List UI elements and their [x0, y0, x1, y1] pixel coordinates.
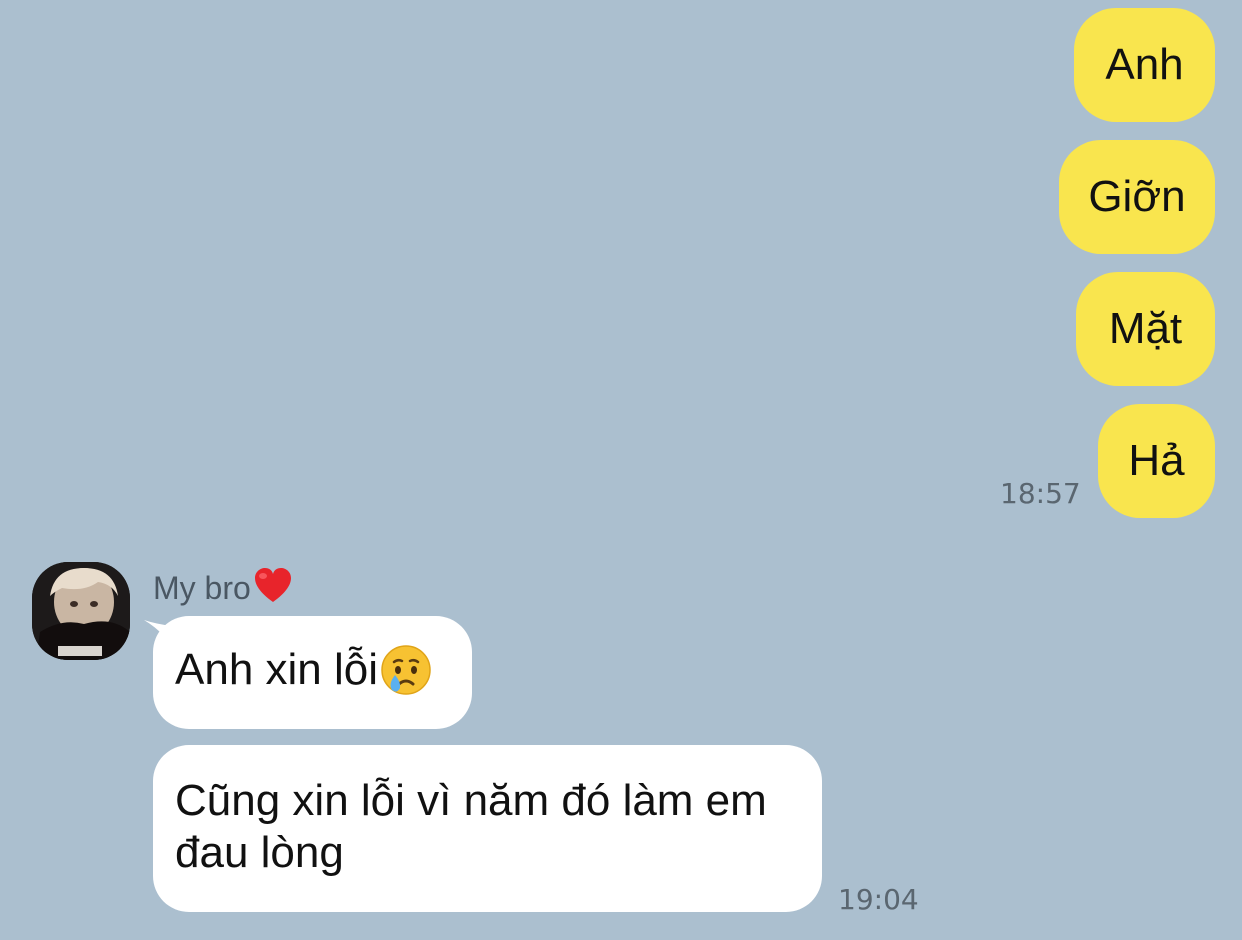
outgoing-message[interactable]: Giỡn [1059, 140, 1215, 254]
message-text: Giỡn [1088, 172, 1186, 221]
outgoing-message[interactable]: Hả [1098, 404, 1215, 518]
avatar-image [32, 562, 130, 660]
message-text: Anh xin lỗi [175, 645, 379, 694]
sender-name: My bro [153, 566, 293, 607]
message-text: Mặt [1108, 304, 1183, 353]
message-text: Anh [1105, 40, 1184, 89]
outgoing-message[interactable]: Anh [1074, 8, 1215, 122]
message-text: Hả [1128, 436, 1185, 485]
message-timestamp: 19:04 [838, 883, 919, 916]
outgoing-message[interactable]: Mặt [1076, 272, 1215, 386]
incoming-message[interactable]: Cũng xin lỗi vì năm đó làm em đau lòng [153, 745, 822, 912]
crying-face-icon [381, 645, 431, 695]
avatar[interactable] [32, 562, 130, 660]
message-text: Cũng xin lỗi vì năm đó làm em đau lòng [175, 776, 767, 877]
chat-thread: Anh Giỡn Mặt Hả 18:57 My bro Anh xin lỗi [0, 0, 1242, 940]
message-timestamp: 18:57 [1000, 477, 1081, 510]
incoming-message[interactable]: Anh xin lỗi [153, 616, 472, 729]
sender-name-text: My bro [153, 570, 251, 606]
red-heart-icon [254, 568, 291, 602]
